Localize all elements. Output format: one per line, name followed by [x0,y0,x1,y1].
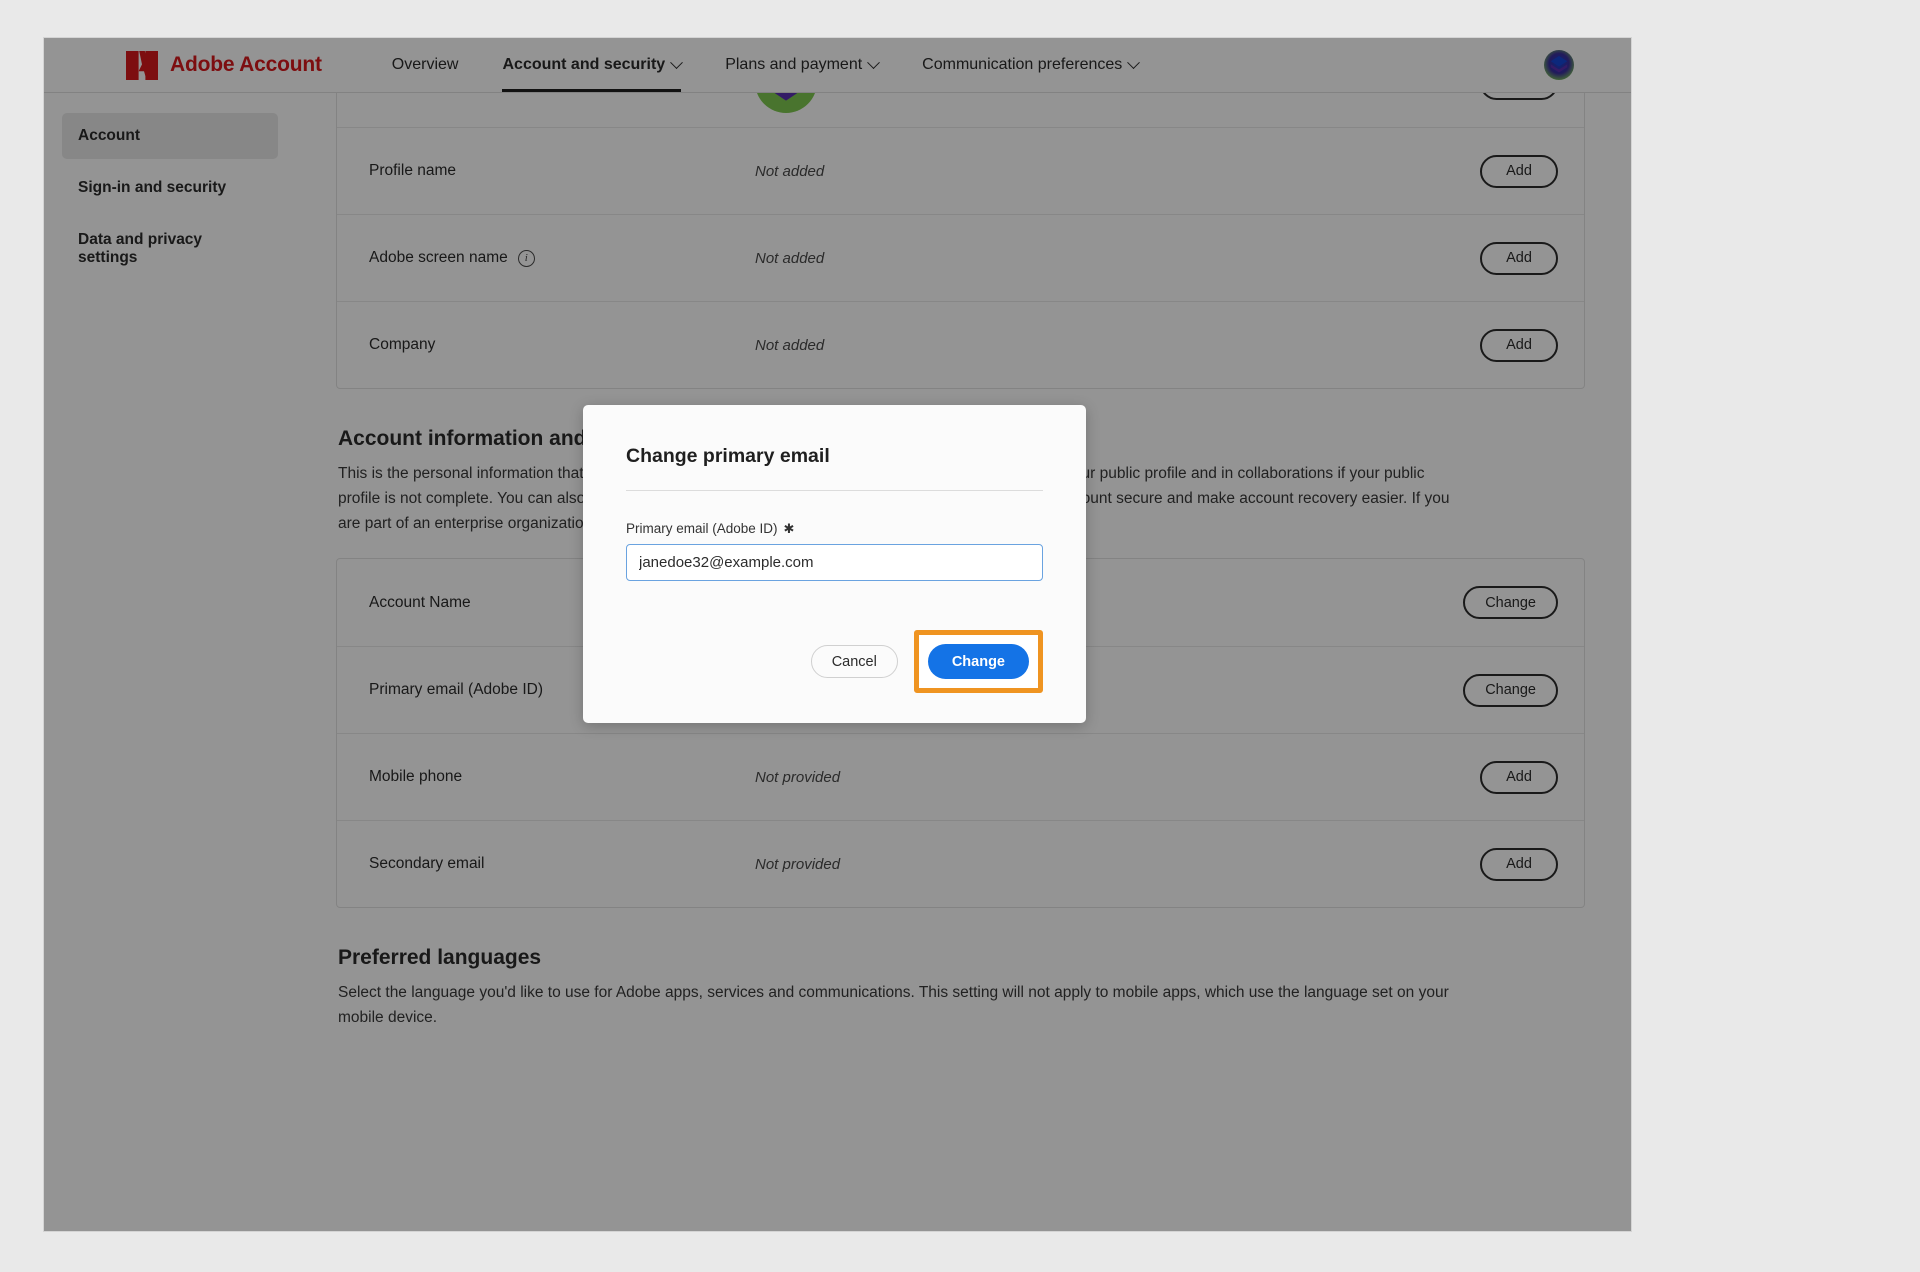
nav-item-overview[interactable]: Overview [370,38,481,92]
brand[interactable]: Adobe Account [126,50,322,80]
dialog-actions: Cancel Change [810,630,1043,693]
chevron-down-icon [867,55,881,69]
row-label-text: Profile name [369,162,457,179]
sidebar-item-label: Data and privacy settings [78,231,203,266]
cancel-button[interactable]: Cancel [810,645,898,678]
required-marker-icon: ✱ [783,521,795,536]
row-action: Add [1480,847,1558,881]
row-value: Not added [755,336,825,354]
add-button[interactable]: Add [1480,760,1558,794]
table-row: Add [337,93,1584,127]
change-button[interactable]: Change [1463,673,1558,707]
row-value: Not provided [755,855,841,873]
row-label-text: Mobile phone [369,768,463,786]
row-label-text: Company [369,336,436,353]
nav-item-account-and-security[interactable]: Account and security [480,38,703,92]
row-action: Add [1480,760,1558,794]
sidebar-item-account[interactable]: Account [62,113,278,159]
add-button[interactable]: Add [1480,241,1558,275]
avatar-row-action: Add [1480,93,1558,100]
row-label-text: Adobe screen name [369,249,508,266]
site-header: Adobe Account Overview Account and secur… [44,38,1631,93]
row-value: Not added [755,162,825,180]
sidebar-item-label: Account [78,127,140,144]
table-row: Company Not added Add [337,301,1584,388]
sidebar-item-sign-in-and-security[interactable]: Sign-in and security [62,165,278,211]
nav-item-label: Plans and payment [725,56,863,73]
add-button[interactable]: Add [1480,328,1558,362]
info-icon[interactable]: i [517,249,535,267]
add-button[interactable]: Add [1480,847,1558,881]
browser-page: Adobe Account Overview Account and secur… [44,38,1631,1231]
row-action: Change [1463,673,1558,707]
dialog-divider [626,490,1043,491]
row-action: Change [1463,586,1558,620]
sidebar-item-data-and-privacy-settings[interactable]: Data and privacy settings [62,217,278,281]
profile-avatar-icon [757,93,815,113]
nav-item-label: Overview [391,56,459,73]
dialog-title: Change primary email [626,445,830,467]
table-row: Adobe screen name i Not added Add [337,214,1584,301]
primary-nav: Overview Account and security Plans and … [370,38,1160,92]
avatar-cell [755,93,1480,117]
table-row: Profile name Not added Add [337,127,1584,214]
focus-highlight-box: Change [913,630,1043,693]
primary-email-input[interactable] [626,544,1043,581]
sidebar: Account Sign-in and security Data and pr… [44,93,296,1231]
row-action: Add [1480,241,1558,275]
table-row: Mobile phone Not provided Add [337,733,1584,820]
row-value: Not added [755,249,825,267]
preferred-languages-description: Select the language you'd like to use fo… [338,984,1449,1027]
row-label-text: Primary email (Adobe ID) [369,681,543,699]
row-label: Mobile phone [369,768,755,786]
sidebar-item-label: Sign-in and security [78,179,227,196]
brand-name: Adobe Account [170,53,322,76]
nav-item-label: Account and security [502,56,666,73]
chevron-down-icon [1127,55,1141,69]
row-label: Profile name [369,162,755,180]
nav-item-communication-preferences[interactable]: Communication preferences [900,38,1160,92]
row-value: Not provided [755,768,841,786]
change-primary-email-dialog: Change primary email Primary email (Adob… [583,405,1086,723]
preferred-languages-title: Preferred languages [338,946,542,970]
row-action: Add [1480,328,1558,362]
row-action: Add [1480,154,1558,188]
row-label: Adobe screen name i [369,249,755,267]
user-avatar-icon[interactable] [1544,50,1574,80]
confirm-change-button[interactable]: Change [927,644,1029,679]
change-button[interactable]: Change [1463,586,1558,620]
row-label-text: Secondary email [369,855,485,873]
table-row: Secondary email Not provided Add [337,820,1584,907]
add-button[interactable]: Add [1480,93,1558,100]
nav-item-plans-and-payment[interactable]: Plans and payment [703,38,900,92]
email-field-label: Primary email (Adobe ID) ✱ [626,521,1043,536]
profile-card: Add Profile name Not added Add Adobe scr… [336,93,1585,389]
adobe-logo-icon [126,50,158,80]
add-button[interactable]: Add [1480,154,1558,188]
row-label: Company [369,336,755,354]
row-label: Secondary email [369,855,755,873]
nav-item-label: Communication preferences [922,56,1123,73]
chevron-down-icon [670,55,684,69]
email-field-label-text: Primary email (Adobe ID) [626,521,778,536]
row-label-text: Account Name [369,593,471,611]
